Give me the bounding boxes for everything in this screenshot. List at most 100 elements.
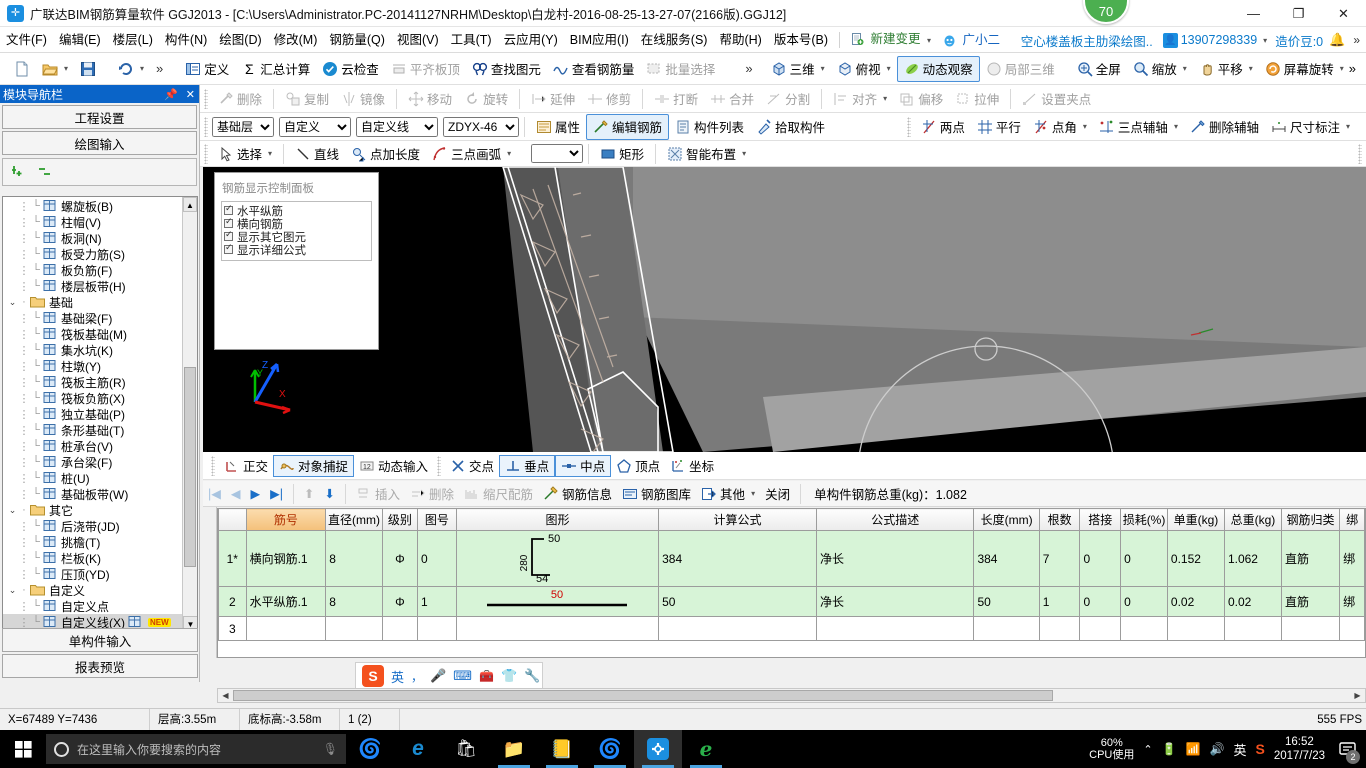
cell-shape[interactable] bbox=[455, 616, 660, 641]
tree-item-slab-hole-icon[interactable]: ⋮ └ 板洞(N) bbox=[3, 230, 197, 246]
select-tool-button[interactable]: 选择 ▾ bbox=[212, 141, 278, 167]
open-file-icon[interactable]: ▾ bbox=[36, 56, 74, 82]
pin-icon[interactable]: 📌 bbox=[160, 88, 182, 101]
tree-item-spiral-slab-icon[interactable]: ⋮ └ 螺旋板(B) bbox=[3, 198, 197, 214]
tree-scrollbar[interactable]: ▲ ▼ bbox=[182, 197, 197, 631]
column-header-9[interactable]: 根数 bbox=[1038, 508, 1081, 531]
cell-grade[interactable]: Φ bbox=[381, 586, 419, 617]
tree-item-slab-main-rebar-icon[interactable]: ⋮ └ 板受力筋(S) bbox=[3, 246, 197, 262]
battery-icon[interactable]: 🔋 bbox=[1162, 742, 1177, 756]
ime-punctuation-icon[interactable]: ， bbox=[411, 668, 423, 685]
cell-length[interactable]: 50 bbox=[973, 586, 1040, 617]
menu-draw[interactable]: 绘图(D) bbox=[213, 27, 267, 53]
cell-unit-weight[interactable] bbox=[1166, 616, 1225, 641]
cell-overflow[interactable]: 绑 bbox=[1339, 586, 1365, 617]
notification-bell-icon[interactable]: 🔔 bbox=[1329, 32, 1345, 48]
action-center-button[interactable]: 2 bbox=[1334, 730, 1360, 768]
floor-select[interactable]: 基础层 bbox=[212, 116, 274, 137]
cell-category[interactable]: 直筋 bbox=[1280, 586, 1341, 617]
sogou-logo-icon[interactable]: S bbox=[362, 665, 384, 687]
offset-button[interactable]: 偏移 bbox=[893, 86, 949, 112]
cell-formula[interactable] bbox=[658, 616, 817, 641]
column-header-10[interactable]: 搭接 bbox=[1079, 508, 1122, 531]
type-select[interactable]: 自定义 bbox=[279, 116, 351, 137]
cell-count[interactable] bbox=[1038, 616, 1081, 641]
rebar-display-control-panel[interactable]: 钢筋显示控制面板 水平纵筋 横向钢筋 显示其它图元 显示详细公式 bbox=[214, 172, 379, 350]
menu-version[interactable]: 版本号(B) bbox=[768, 27, 834, 53]
score-badge[interactable]: 70 bbox=[1083, 0, 1129, 24]
column-header-13[interactable]: 总重(kg) bbox=[1223, 508, 1282, 531]
rectangle-tool-button[interactable]: 矩形 bbox=[594, 141, 650, 167]
toolbar-grip[interactable] bbox=[204, 88, 208, 109]
scaled-rebar-button[interactable]: 缩尺配筋 bbox=[459, 483, 538, 505]
cell-drawing-no[interactable]: 1 bbox=[417, 586, 457, 617]
rebar-info-button[interactable]: 钢筋信息 bbox=[538, 483, 617, 505]
delete-row-button[interactable]: 删除 bbox=[405, 483, 459, 505]
taskbar-app-chrome-like[interactable]: 🌀 bbox=[346, 730, 394, 768]
rebar-library-button[interactable]: 钢筋图库 bbox=[617, 483, 696, 505]
tree-item-post-cast-strip-icon[interactable]: ⋮ └ 后浇带(JD) bbox=[3, 518, 197, 534]
vertex-snap-button[interactable]: 顶点 bbox=[611, 455, 665, 477]
menu-online-service[interactable]: 在线服务(S) bbox=[635, 27, 714, 53]
report-preview-button[interactable]: 报表预览 bbox=[2, 654, 198, 678]
tree-item-eaves-icon[interactable]: ⋮ └ 挑檐(T) bbox=[3, 534, 197, 550]
cell-drawing-no[interactable] bbox=[417, 616, 457, 641]
menu-floor[interactable]: 楼层(L) bbox=[107, 27, 159, 53]
tree-item-folder-icon[interactable]: ⌄ · 基础 bbox=[3, 294, 197, 310]
taskbar-app-ggj[interactable] bbox=[634, 730, 682, 768]
bean-balance[interactable]: 造价豆:0 bbox=[1275, 31, 1323, 50]
toolbox-icon[interactable]: 🧰 bbox=[479, 669, 494, 683]
copy-button[interactable]: 复制 bbox=[279, 86, 335, 112]
taskbar-app-browser[interactable]: 🌀 bbox=[586, 730, 634, 768]
menu-tools[interactable]: 工具(T) bbox=[445, 27, 498, 53]
line-tool-button[interactable]: 直线 bbox=[289, 141, 345, 167]
first-record-button[interactable]: |◀ bbox=[203, 483, 226, 505]
table-row[interactable]: 3 bbox=[218, 616, 1365, 641]
column-header-0[interactable] bbox=[218, 508, 247, 531]
mirror-button[interactable]: 镜像 bbox=[335, 86, 391, 112]
cell-diameter[interactable] bbox=[325, 616, 383, 641]
define-button[interactable]: 定义 bbox=[179, 56, 235, 82]
menu-modify[interactable]: 修改(M) bbox=[268, 27, 324, 53]
pan-button[interactable]: 平移 ▾ bbox=[1193, 56, 1259, 82]
cell-length[interactable] bbox=[973, 616, 1040, 641]
smart-layout-button[interactable]: 智能布置 ▾ bbox=[661, 141, 752, 167]
extend-button[interactable]: 延伸 bbox=[525, 86, 581, 112]
cell-shape[interactable]: 280 50 54 bbox=[455, 530, 660, 587]
close-button[interactable]: ✕ bbox=[1321, 0, 1366, 27]
toolbar-overflow-right[interactable]: » bbox=[1343, 56, 1362, 82]
merge-button[interactable]: 合并 bbox=[704, 86, 760, 112]
set-grip-button[interactable]: 设置夹点 bbox=[1016, 86, 1097, 112]
cell-lap[interactable]: 0 bbox=[1079, 586, 1122, 617]
cell-unit-weight[interactable]: 0.152 bbox=[1166, 530, 1225, 587]
insert-row-button[interactable]: 插入 bbox=[351, 483, 405, 505]
delete-button[interactable]: 删除 bbox=[212, 86, 268, 112]
taskbar-app-notepad[interactable]: 📒 bbox=[538, 730, 586, 768]
toolbar-grip[interactable] bbox=[437, 455, 442, 476]
volume-icon[interactable]: 🔊 bbox=[1210, 742, 1225, 756]
column-header-1[interactable]: 筋号 bbox=[245, 508, 327, 531]
menu-file[interactable]: 文件(F) bbox=[0, 27, 53, 53]
cell-overflow[interactable] bbox=[1339, 616, 1365, 641]
cell-diameter[interactable]: 8 bbox=[325, 530, 383, 587]
cell-rebar-no[interactable]: 横向钢筋.1 bbox=[245, 530, 327, 587]
break-button[interactable]: 打断 bbox=[648, 86, 704, 112]
column-header-2[interactable]: 直径(mm) bbox=[325, 508, 383, 531]
object-snap-button[interactable]: 对象捕捉 bbox=[273, 454, 355, 477]
ortho-button[interactable]: 正交 bbox=[219, 455, 273, 477]
column-header-3[interactable]: 级别 bbox=[381, 508, 419, 531]
cell-count[interactable]: 7 bbox=[1038, 530, 1081, 587]
taskbar-app-edge[interactable]: e bbox=[394, 730, 442, 768]
cell-grade[interactable] bbox=[381, 616, 419, 641]
document-tab[interactable]: 空心楼盖板主肋梁绘图.. bbox=[1011, 31, 1163, 50]
tree-item-raft-main-rebar-icon[interactable]: ⋮ └ 筏板主筋(R) bbox=[3, 374, 197, 390]
scroll-right-arrow[interactable]: ▶ bbox=[1350, 691, 1365, 700]
tree-item-pile-cap-icon[interactable]: ⋮ └ 桩承台(V) bbox=[3, 438, 197, 454]
tree-item-slab-negative-rebar-icon[interactable]: ⋮ └ 板负筋(F) bbox=[3, 262, 197, 278]
cell-total-weight[interactable]: 0.02 bbox=[1223, 586, 1282, 617]
ime-lang-indicator[interactable]: 英 bbox=[1233, 740, 1246, 759]
intersection-snap-button[interactable]: 交点 bbox=[445, 455, 499, 477]
cell-lap[interactable]: 0 bbox=[1079, 530, 1122, 587]
member-select[interactable]: ZDYX-46 bbox=[443, 116, 519, 137]
edit-rebar-button[interactable]: 编辑钢筋 bbox=[586, 113, 670, 140]
